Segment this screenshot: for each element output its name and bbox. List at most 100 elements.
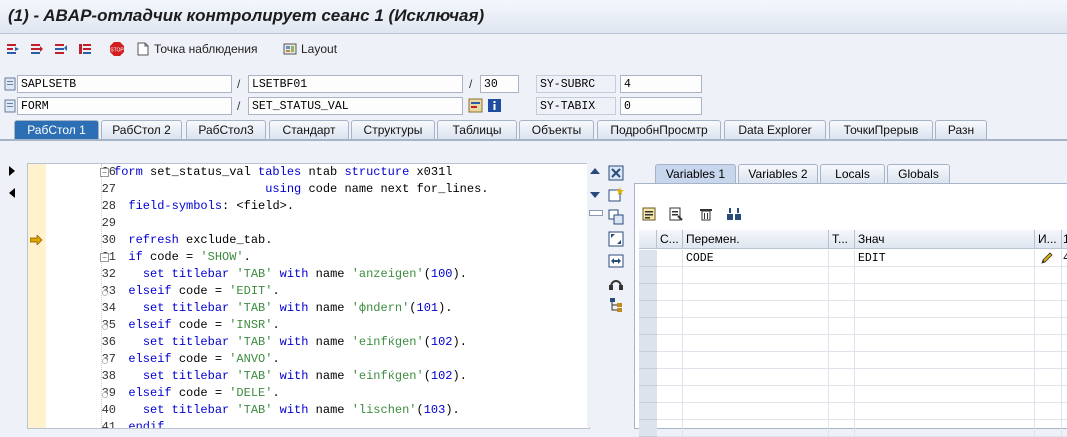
grid-cell[interactable] xyxy=(855,318,1035,335)
grid-cell[interactable] xyxy=(657,386,683,403)
grid-cell[interactable] xyxy=(1035,352,1062,369)
fold-toggle-icon[interactable]: − xyxy=(100,168,109,177)
scroll-thumb[interactable] xyxy=(589,210,603,216)
tab-detail-view[interactable]: ПодробнПросмтр xyxy=(597,120,721,139)
expand-left-icon[interactable] xyxy=(8,188,16,198)
layout-button[interactable]: Layout xyxy=(283,40,337,58)
variable-name-cell[interactable]: CODE xyxy=(683,250,829,267)
grid-cell[interactable] xyxy=(1035,386,1062,403)
grid-cell[interactable] xyxy=(683,420,829,437)
column-header-i[interactable]: И... xyxy=(1035,230,1062,249)
row-selector[interactable] xyxy=(639,369,657,386)
details-icon[interactable] xyxy=(642,207,656,221)
grid-cell[interactable] xyxy=(683,267,829,284)
edit-table-icon[interactable] xyxy=(669,207,683,221)
grid-cell[interactable] xyxy=(1035,335,1062,352)
grid-cell[interactable] xyxy=(1035,284,1062,301)
tab-tables[interactable]: Таблицы xyxy=(437,120,517,139)
row-selector[interactable] xyxy=(639,284,657,301)
grid-cell[interactable] xyxy=(683,403,829,420)
row-selector[interactable] xyxy=(639,352,657,369)
close-icon[interactable] xyxy=(608,165,624,181)
tab-desktop-3[interactable]: РабСтол3 xyxy=(186,120,266,139)
tab-desktop-2[interactable]: РабСтол 2 xyxy=(101,120,182,139)
grid-cell[interactable] xyxy=(829,301,855,318)
grid-cell[interactable] xyxy=(829,335,855,352)
grid-cell[interactable] xyxy=(657,318,683,335)
code-line[interactable]: set titlebar 'TAB' with name 'anzeigen'(… xyxy=(114,267,467,281)
grid-cell[interactable] xyxy=(657,420,683,437)
grid-cell[interactable] xyxy=(683,318,829,335)
execute-icon[interactable] xyxy=(30,40,44,58)
grid-cell[interactable] xyxy=(683,301,829,318)
grid-cell[interactable] xyxy=(855,301,1035,318)
grid-cell[interactable] xyxy=(657,403,683,420)
scroll-down-icon[interactable] xyxy=(590,191,600,199)
grid-cell[interactable] xyxy=(657,369,683,386)
row-selector[interactable] xyxy=(639,267,657,284)
grid-cell[interactable] xyxy=(1062,403,1067,420)
grid-cell[interactable] xyxy=(829,267,855,284)
structure-icon[interactable] xyxy=(726,207,742,221)
code-line[interactable]: field-symbols: <field>. xyxy=(114,199,294,213)
grid-cell[interactable] xyxy=(657,335,683,352)
tab-standard[interactable]: Стандарт xyxy=(269,120,349,139)
grid-cell[interactable] xyxy=(1035,301,1062,318)
column-header-value[interactable]: Знач xyxy=(855,230,1035,249)
tab-variables-2[interactable]: Variables 2 xyxy=(738,164,818,183)
row-selector[interactable] xyxy=(639,420,657,437)
column-header-extra[interactable]: 1 xyxy=(1062,230,1067,249)
new-tool-icon[interactable] xyxy=(608,187,624,203)
grid-cell[interactable] xyxy=(855,403,1035,420)
breakpoint-gutter[interactable] xyxy=(28,164,46,428)
grid-cell[interactable] xyxy=(1062,267,1067,284)
event-type-field[interactable]: FORM xyxy=(17,97,232,115)
tab-misc[interactable]: Разн xyxy=(935,120,987,139)
tab-globals[interactable]: Globals xyxy=(887,164,950,183)
grid-cell[interactable] xyxy=(657,267,683,284)
grid-cell[interactable] xyxy=(1035,420,1062,437)
grid-cell[interactable] xyxy=(683,284,829,301)
variable-value-cell[interactable]: EDIT xyxy=(855,250,1035,267)
grid-cell[interactable] xyxy=(829,369,855,386)
grid-cell[interactable] xyxy=(855,369,1035,386)
line-field[interactable]: 30 xyxy=(480,75,519,93)
grid-cell[interactable] xyxy=(657,250,683,267)
resize-horizontal-icon[interactable] xyxy=(608,253,624,269)
grid-cell[interactable] xyxy=(1035,318,1062,335)
grid-cell[interactable] xyxy=(683,386,829,403)
grid-cell[interactable] xyxy=(1062,301,1067,318)
tab-breakpoints[interactable]: ТочкиПрерыв xyxy=(829,120,933,139)
return-icon[interactable] xyxy=(54,40,68,58)
grid-cell[interactable] xyxy=(1062,352,1067,369)
include-field[interactable]: LSETBF01 xyxy=(248,75,463,93)
row-selector[interactable] xyxy=(639,335,657,352)
watchpoint-button[interactable]: Точка наблюдения xyxy=(136,40,257,58)
code-line[interactable]: refresh exclude_tab. xyxy=(114,233,272,247)
pencil-icon[interactable] xyxy=(1040,252,1054,265)
code-line[interactable]: set titlebar 'TAB' with name 'einfќgen'(… xyxy=(114,335,467,349)
code-line[interactable]: if code = 'SHOW'. xyxy=(114,250,250,264)
single-step-icon[interactable] xyxy=(6,40,20,58)
grid-cell[interactable] xyxy=(829,352,855,369)
tab-locals[interactable]: Locals xyxy=(820,164,885,183)
code-line[interactable]: elseif code = 'INSR'. xyxy=(114,318,279,332)
grid-cell[interactable] xyxy=(855,284,1035,301)
row-selector[interactable] xyxy=(639,386,657,403)
tab-variables-1[interactable]: Variables 1 xyxy=(655,164,736,183)
column-header-variable[interactable]: Перемен. xyxy=(683,230,829,249)
grid-cell[interactable] xyxy=(1062,318,1067,335)
grid-cell[interactable] xyxy=(829,420,855,437)
code-line[interactable]: set titlebar 'TAB' with name 'lischen'(1… xyxy=(114,403,460,417)
grid-cell[interactable] xyxy=(829,386,855,403)
grid-cell[interactable] xyxy=(829,318,855,335)
swap-tool-icon[interactable] xyxy=(608,209,624,225)
code-line[interactable]: set titlebar 'TAB' with name 'einfќgen'(… xyxy=(114,369,467,383)
continue-icon[interactable] xyxy=(78,40,92,58)
navigate-icon[interactable] xyxy=(468,98,483,113)
expand-right-icon[interactable] xyxy=(8,166,16,176)
column-header-c[interactable]: С... xyxy=(657,230,683,249)
services-icon[interactable] xyxy=(608,275,624,291)
grid-cell[interactable] xyxy=(855,352,1035,369)
info-icon[interactable] xyxy=(487,98,502,113)
